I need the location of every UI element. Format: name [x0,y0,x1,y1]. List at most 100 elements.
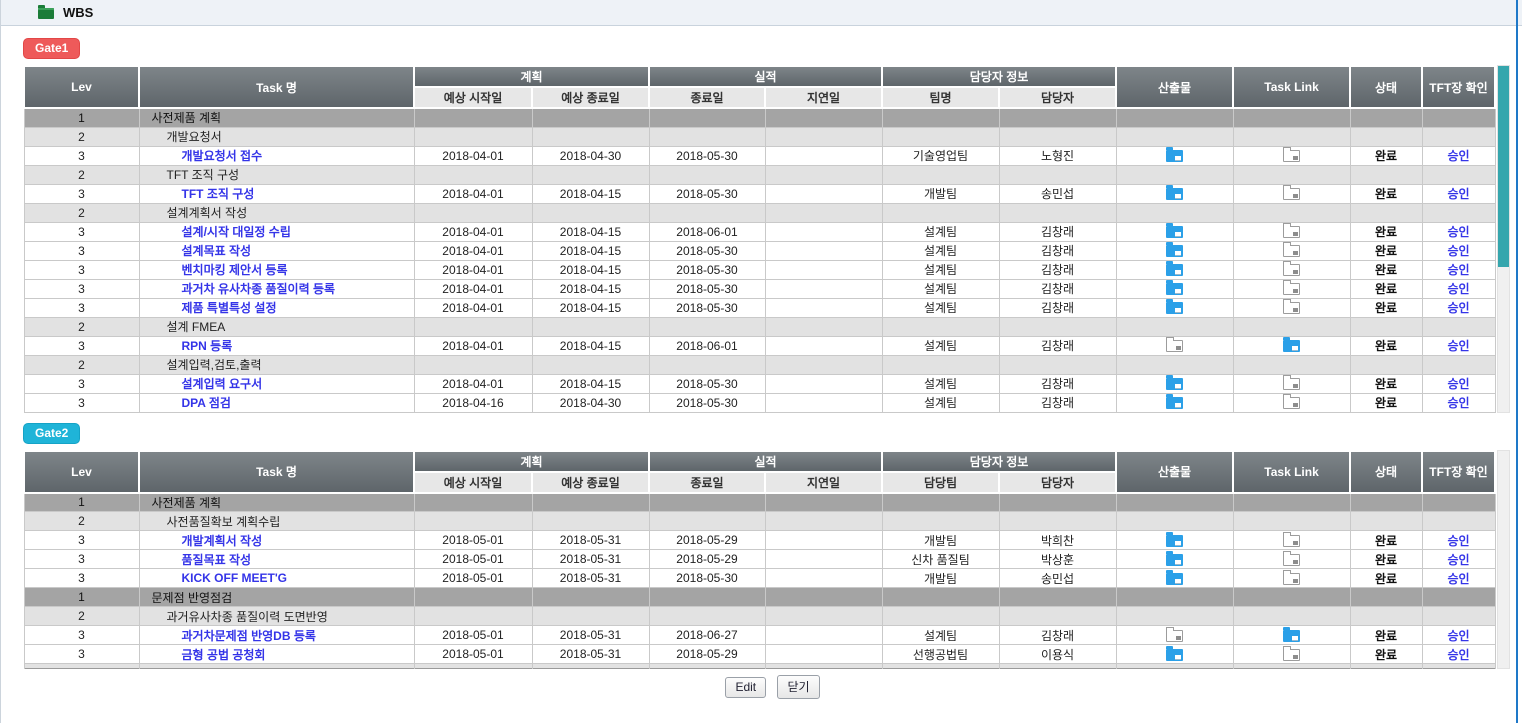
task-link-folder-icon[interactable] [1283,535,1300,547]
output-cell [1116,550,1233,569]
task-name-link[interactable]: KICK OFF MEET'G [182,571,288,585]
plan-start-cell [414,355,532,374]
lev-cell: 2 [24,203,139,222]
output-folder-icon[interactable] [1166,302,1183,314]
task-link-folder-icon[interactable] [1283,188,1300,200]
approve-link[interactable]: 승인 [1447,553,1469,567]
approve-link[interactable]: 승인 [1447,263,1469,277]
output-folder-icon[interactable] [1166,573,1183,585]
task-name-link[interactable]: 과거차문제점 반영DB 등록 [182,629,316,643]
task-name-link[interactable]: 개발계획서 작성 [182,534,263,548]
approve-link[interactable]: 승인 [1447,629,1469,643]
plan-end-cell [532,493,649,512]
lev-cell: 3 [24,626,139,645]
approve-link[interactable]: 승인 [1447,244,1469,258]
output-cell [1116,531,1233,550]
task-name-link[interactable]: 품질목표 작성 [182,553,252,567]
task-name-link[interactable]: DPA 점검 [182,396,231,410]
task-row: 1사전제품 계획 [24,493,1495,512]
output-folder-icon[interactable] [1166,378,1183,390]
approve-link[interactable]: 승인 [1447,534,1469,548]
gate2-table-area: Lev Task 명 계획 실적 담당자 정보 산출물 Task Link 상태… [23,450,1511,670]
task-name-link[interactable]: RPN 등록 [182,339,233,353]
tasklink-cell [1233,222,1350,241]
approve-link[interactable]: 승인 [1447,396,1469,410]
approve-link[interactable]: 승인 [1447,225,1469,239]
gate2-vertical-scrollbar[interactable] [1497,450,1510,670]
col-tft-confirm: TFT장 확인 [1422,66,1495,108]
output-folder-icon[interactable] [1166,630,1183,642]
task-row [24,664,1495,669]
output-folder-icon[interactable] [1166,283,1183,295]
output-folder-icon[interactable] [1166,264,1183,276]
output-folder-icon[interactable] [1166,188,1183,200]
lev-cell: 3 [24,298,139,317]
team-cell: 개발팀 [882,184,999,203]
output-cell [1116,626,1233,645]
approve-link[interactable]: 승인 [1447,377,1469,391]
delay-cell [765,298,882,317]
lev-cell: 3 [24,569,139,588]
task-link-folder-icon[interactable] [1283,573,1300,585]
status-cell: 완료 [1350,222,1422,241]
status-cell [1350,512,1422,531]
task-link-folder-icon[interactable] [1283,264,1300,276]
task-link-folder-icon[interactable] [1283,378,1300,390]
task-name-link[interactable]: 설계목표 작성 [182,244,252,258]
approve-link[interactable]: 승인 [1447,648,1469,662]
task-link-folder-icon[interactable] [1283,226,1300,238]
lev-cell: 3 [24,184,139,203]
task-name-link[interactable]: 설계/시작 대일정 수립 [182,225,291,239]
output-folder-icon[interactable] [1166,535,1183,547]
task-link-folder-icon[interactable] [1283,302,1300,314]
approve-link[interactable]: 승인 [1447,301,1469,315]
approve-link[interactable]: 승인 [1447,187,1469,201]
output-folder-icon[interactable] [1166,245,1183,257]
approve-link[interactable]: 승인 [1447,339,1469,353]
output-folder-icon[interactable] [1166,554,1183,566]
plan-end-cell: 2018-05-31 [532,550,649,569]
task-link-folder-icon[interactable] [1283,245,1300,257]
gate1-scrollbar-thumb[interactable] [1498,66,1509,267]
task-link-folder-icon[interactable] [1283,649,1300,661]
output-folder-icon[interactable] [1166,150,1183,162]
task-name-link[interactable]: 제품 특별특성 설정 [182,301,277,315]
task-link-folder-icon[interactable] [1283,283,1300,295]
output-folder-icon[interactable] [1166,649,1183,661]
output-folder-icon[interactable] [1166,226,1183,238]
task-row: 1사전제품 계획 [24,108,1495,127]
plan-start-cell: 2018-05-01 [414,569,532,588]
approve-link[interactable]: 승인 [1447,282,1469,296]
task-link-folder-icon[interactable] [1283,630,1300,642]
task-name-link[interactable]: 과거차 유사차종 품질이력 등록 [182,282,336,296]
tasklink-cell [1233,279,1350,298]
task-name-link[interactable]: 금형 공법 공청회 [182,648,266,662]
plan-start-cell: 2018-04-01 [414,222,532,241]
task-name-cell: 설계입력,검토,출력 [139,355,414,374]
gate1-vertical-scrollbar[interactable] [1497,65,1510,413]
output-folder-icon[interactable] [1166,397,1183,409]
approve-link[interactable]: 승인 [1447,572,1469,586]
actual-end-cell [649,493,765,512]
task-name-cell: 사전품질확보 계획수립 [139,512,414,531]
task-link-folder-icon[interactable] [1283,340,1300,352]
task-row: 2설계입력,검토,출력 [24,355,1495,374]
task-name-link[interactable]: TFT 조직 구성 [182,187,255,201]
task-name-link[interactable]: 설계입력 요구서 [182,377,263,391]
task-row: 3과거차문제점 반영DB 등록2018-05-012018-05-312018-… [24,626,1495,645]
task-link-folder-icon[interactable] [1283,150,1300,162]
output-folder-icon[interactable] [1166,340,1183,352]
person-cell: 이용식 [999,645,1116,664]
team-cell: 설계팀 [882,260,999,279]
task-link-folder-icon[interactable] [1283,554,1300,566]
task-name-cell: 사전제품 계획 [139,108,414,127]
task-name-cell: 설계/시작 대일정 수립 [139,222,414,241]
approve-link[interactable]: 승인 [1447,149,1469,163]
task-row: 3제품 특별특성 설정2018-04-012018-04-152018-05-3… [24,298,1495,317]
task-name-link[interactable]: 벤치마킹 제안서 등록 [182,263,288,277]
col-output: 산출물 [1116,66,1233,108]
task-name-link[interactable]: 개발요청서 접수 [182,149,263,163]
edit-button[interactable]: Edit [725,677,766,698]
close-button[interactable]: 닫기 [777,675,819,699]
task-link-folder-icon[interactable] [1283,397,1300,409]
